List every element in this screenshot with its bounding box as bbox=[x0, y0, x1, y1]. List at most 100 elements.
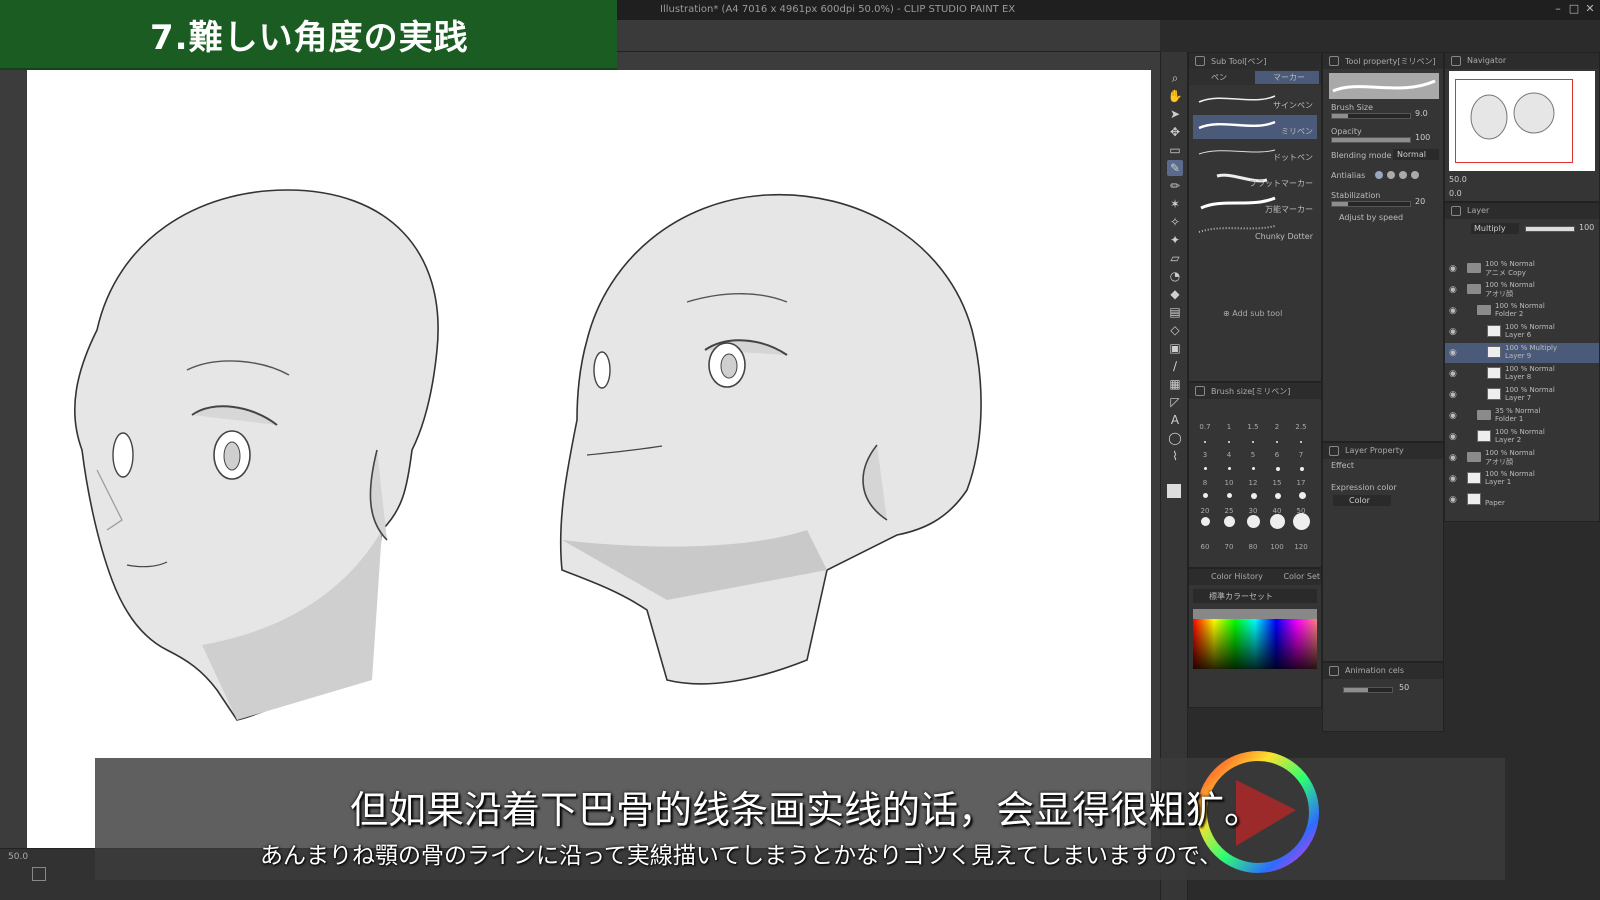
tab-marker[interactable]: マーカー bbox=[1255, 71, 1319, 84]
blending-mode-select[interactable]: Normal bbox=[1393, 149, 1439, 160]
layer-opacity-slider[interactable] bbox=[1525, 226, 1575, 232]
blend-mode-select[interactable]: Multiply bbox=[1471, 223, 1519, 234]
eraser-tool-icon[interactable]: ▱ bbox=[1167, 250, 1183, 266]
opacity-value[interactable]: 100 bbox=[1415, 133, 1430, 142]
layer-row[interactable]: ◉ 100 % Multiply Layer 9 bbox=[1445, 343, 1599, 363]
visibility-eye-icon[interactable]: ◉ bbox=[1449, 285, 1457, 295]
size-preset[interactable]: 2.5 bbox=[1289, 423, 1313, 431]
line-tool-icon[interactable]: ◸ bbox=[1167, 394, 1183, 410]
brush-tool-icon[interactable]: ✶ bbox=[1167, 196, 1183, 212]
visibility-eye-icon[interactable]: ◉ bbox=[1449, 453, 1457, 463]
size-preset[interactable]: 1 bbox=[1217, 423, 1241, 431]
layer-row[interactable]: ◉ 100 % Normal Layer 2 bbox=[1445, 427, 1599, 447]
layer-row[interactable]: ◉ Paper bbox=[1445, 490, 1599, 510]
brush-item-chunky-dotter[interactable]: Chunky Dotter bbox=[1193, 219, 1317, 243]
brush-size-slider[interactable] bbox=[1331, 113, 1411, 119]
frame-tool-icon[interactable]: ▣ bbox=[1167, 340, 1183, 356]
color-swatch-grid[interactable] bbox=[1193, 609, 1317, 669]
move-tool-icon[interactable]: ✥ bbox=[1167, 124, 1183, 140]
size-preset[interactable]: 0.7 bbox=[1193, 423, 1217, 431]
layer-row[interactable]: ◉ 100 % Normal アオリ顔 bbox=[1445, 448, 1599, 468]
visibility-eye-icon[interactable]: ◉ bbox=[1449, 348, 1457, 358]
size-preset[interactable]: 25 bbox=[1217, 507, 1241, 515]
add-subtool-button[interactable]: ⊕ Add sub tool bbox=[1223, 309, 1282, 318]
tab-color-set[interactable]: Color Set bbox=[1283, 572, 1320, 581]
stabilization-value[interactable]: 20 bbox=[1415, 197, 1425, 206]
layer-row[interactable]: ◉ 100 % Normal Layer 7 bbox=[1445, 385, 1599, 405]
color-set-select[interactable]: 標準カラーセット bbox=[1193, 589, 1317, 603]
size-preset[interactable]: 2 bbox=[1265, 423, 1289, 431]
text-tool-icon[interactable]: A bbox=[1167, 412, 1183, 428]
pencil-tool-icon[interactable]: ✏ bbox=[1167, 178, 1183, 194]
size-preset[interactable]: 17 bbox=[1289, 479, 1313, 487]
layer-row[interactable]: ◉ 100 % Normal アオリ顔 bbox=[1445, 280, 1599, 300]
opacity-slider[interactable] bbox=[1331, 137, 1411, 143]
size-preset[interactable]: 80 bbox=[1241, 543, 1265, 551]
layer-row[interactable]: ◉ 100 % Normal Layer 1 bbox=[1445, 469, 1599, 489]
size-preset[interactable]: 120 bbox=[1289, 543, 1313, 551]
size-preset[interactable]: 4 bbox=[1217, 451, 1241, 459]
close-button[interactable]: ✕ bbox=[1582, 2, 1598, 15]
layer-row[interactable]: ◉ 100 % Normal Layer 6 bbox=[1445, 322, 1599, 342]
size-preset[interactable]: 5 bbox=[1241, 451, 1265, 459]
expression-color-select[interactable]: Color bbox=[1333, 495, 1391, 506]
adjust-by-speed-checkbox[interactable]: Adjust by speed bbox=[1339, 213, 1403, 222]
brush-item-signpen[interactable]: サインペン bbox=[1193, 89, 1317, 113]
navigator-zoom[interactable]: 50.0 bbox=[1449, 175, 1467, 184]
minimize-button[interactable]: – bbox=[1550, 2, 1566, 15]
visibility-eye-icon[interactable]: ◉ bbox=[1449, 264, 1457, 274]
brush-item-flatmarker[interactable]: フラットマーカー bbox=[1193, 167, 1317, 191]
blend-tool-icon[interactable]: ◔ bbox=[1167, 268, 1183, 284]
layer-row[interactable]: ◉ 100 % Normal アニメ Copy bbox=[1445, 259, 1599, 279]
visibility-eye-icon[interactable]: ◉ bbox=[1449, 369, 1457, 379]
visibility-eye-icon[interactable]: ◉ bbox=[1449, 411, 1457, 421]
size-preset[interactable]: 12 bbox=[1241, 479, 1265, 487]
size-preset[interactable]: 1.5 bbox=[1241, 423, 1265, 431]
layer-row[interactable]: ◉ 35 % Normal Folder 1 bbox=[1445, 406, 1599, 426]
antialias-option[interactable] bbox=[1375, 171, 1383, 179]
canvas-paper[interactable] bbox=[27, 70, 1151, 850]
brush-item-dotpen[interactable]: ドットペン bbox=[1193, 141, 1317, 165]
visibility-eye-icon[interactable]: ◉ bbox=[1449, 495, 1457, 505]
visibility-eye-icon[interactable]: ◉ bbox=[1449, 306, 1457, 316]
tab-color-history[interactable]: Color History bbox=[1211, 572, 1263, 581]
onion-opacity-value[interactable]: 50 bbox=[1399, 683, 1409, 692]
zoom-tool-icon[interactable]: ⌕ bbox=[1167, 70, 1183, 86]
size-preset[interactable]: 15 bbox=[1265, 479, 1289, 487]
main-color-swatch[interactable] bbox=[1167, 484, 1181, 498]
brush-item-universal-marker[interactable]: 万能マーカー bbox=[1193, 193, 1317, 217]
onion-opacity-slider[interactable] bbox=[1343, 687, 1393, 693]
layer-row[interactable]: ◉ 100 % Normal Folder 2 bbox=[1445, 301, 1599, 321]
decoration-tool-icon[interactable]: ✦ bbox=[1167, 232, 1183, 248]
correct-line-tool-icon[interactable]: ⌇ bbox=[1167, 448, 1183, 464]
size-preset[interactable]: 7 bbox=[1289, 451, 1313, 459]
ruler-tool-icon[interactable]: ∕ bbox=[1167, 358, 1183, 374]
antialias-option[interactable] bbox=[1411, 171, 1419, 179]
gradient-tool-icon[interactable]: ▤ bbox=[1167, 304, 1183, 320]
navigator-angle[interactable]: 0.0 bbox=[1449, 189, 1462, 198]
size-preset[interactable]: 20 bbox=[1193, 507, 1217, 515]
visibility-eye-icon[interactable]: ◉ bbox=[1449, 432, 1457, 442]
antialias-option[interactable] bbox=[1387, 171, 1395, 179]
visibility-eye-icon[interactable]: ◉ bbox=[1449, 474, 1457, 484]
visibility-eye-icon[interactable]: ◉ bbox=[1449, 390, 1457, 400]
layer-row[interactable]: ◉ 100 % Normal Layer 8 bbox=[1445, 364, 1599, 384]
size-preset[interactable]: 8 bbox=[1193, 479, 1217, 487]
fill-tool-icon[interactable]: ◆ bbox=[1167, 286, 1183, 302]
figure-tool-icon[interactable]: ◇ bbox=[1167, 322, 1183, 338]
tab-pen[interactable]: ペン bbox=[1193, 71, 1253, 84]
panel-tool-icon[interactable]: ▦ bbox=[1167, 376, 1183, 392]
layer-opacity-value[interactable]: 100 bbox=[1579, 223, 1594, 232]
balloon-tool-icon[interactable]: ◯ bbox=[1167, 430, 1183, 446]
pen-tool-icon[interactable]: ✎ bbox=[1167, 160, 1183, 176]
brush-item-millipen[interactable]: ミリペン bbox=[1193, 115, 1317, 139]
size-preset[interactable]: 70 bbox=[1217, 543, 1241, 551]
size-preset[interactable]: 3 bbox=[1193, 451, 1217, 459]
maximize-button[interactable]: □ bbox=[1566, 2, 1582, 15]
size-preset[interactable]: 60 bbox=[1193, 543, 1217, 551]
selection-tool-icon[interactable]: ▭ bbox=[1167, 142, 1183, 158]
brush-size-value[interactable]: 9.0 bbox=[1415, 109, 1428, 118]
navigator-toggle-icon[interactable] bbox=[32, 867, 46, 881]
size-preset[interactable]: 10 bbox=[1217, 479, 1241, 487]
visibility-eye-icon[interactable]: ◉ bbox=[1449, 327, 1457, 337]
